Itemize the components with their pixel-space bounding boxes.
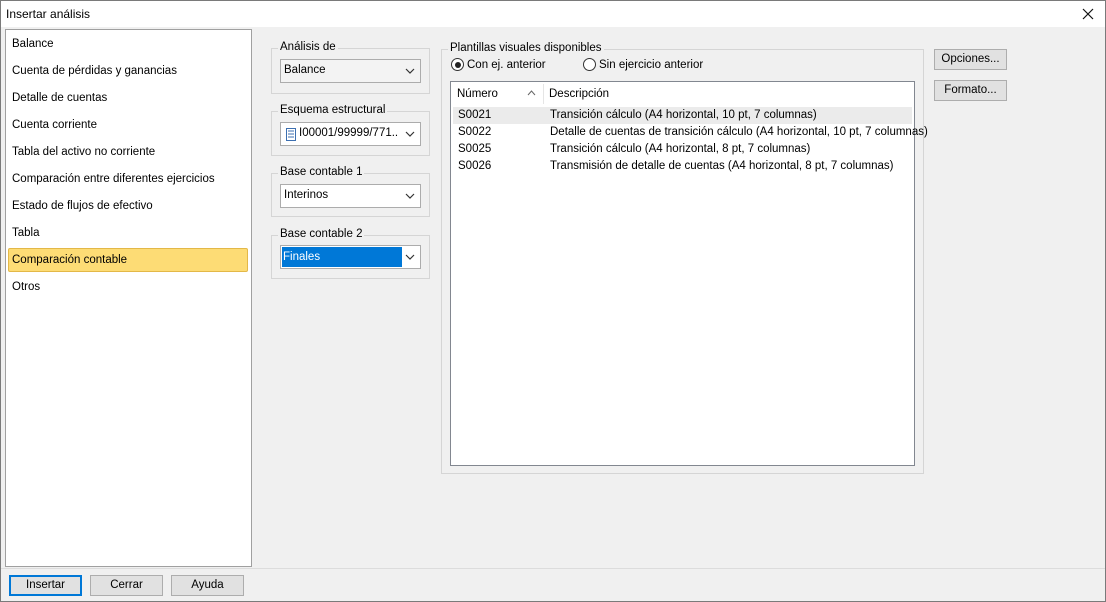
- nav-item-fixed-assets-table[interactable]: Tabla del activo no corriente: [8, 140, 248, 164]
- help-button[interactable]: Ayuda: [171, 575, 244, 596]
- options-button[interactable]: Opciones...: [934, 49, 1007, 70]
- nav-item-label: Estado de flujos de efectivo: [12, 200, 153, 212]
- nav-item-year-comparison[interactable]: Comparación entre diferentes ejercicios: [8, 167, 248, 191]
- nav-item-accounting-comparison[interactable]: Comparación contable: [8, 248, 248, 272]
- nav-item-label: Cuenta de pérdidas y ganancias: [12, 65, 177, 77]
- chevron-down-icon: [405, 193, 415, 199]
- base2-dropdown[interactable]: Finales: [280, 245, 421, 269]
- template-description: Transmisión de detalle de cuentas (A4 ho…: [550, 160, 894, 172]
- window-title: Insertar análisis: [6, 7, 91, 21]
- scheme-dropdown[interactable]: I00001/99999/771...: [280, 122, 421, 146]
- scheme-group: Esquema estructural I00001/99999/771...: [271, 104, 430, 156]
- close-button[interactable]: Cerrar: [90, 575, 163, 596]
- template-number: S0026: [458, 160, 492, 172]
- sort-ascending-icon: [527, 90, 536, 96]
- base2-value: Finales: [282, 247, 402, 267]
- chevron-down-icon: [405, 254, 415, 260]
- radio-unchecked-icon: [583, 58, 596, 71]
- template-number: S0021: [458, 109, 492, 121]
- chevron-down-icon: [405, 68, 415, 74]
- scheme-group-label: Esquema estructural: [278, 104, 388, 116]
- base2-group: Base contable 2 Finales: [271, 228, 430, 279]
- column-number-label: Número: [457, 88, 498, 100]
- base1-group: Base contable 1 Interinos: [271, 166, 430, 217]
- nav-item-label: Balance: [12, 38, 54, 50]
- template-description: Detalle de cuentas de transición cálculo…: [550, 126, 928, 138]
- nav-item-table[interactable]: Tabla: [8, 221, 248, 245]
- base1-group-label: Base contable 1: [278, 166, 365, 178]
- nav-item-others[interactable]: Otros: [8, 275, 248, 299]
- analysis-type-list: Balance Cuenta de pérdidas y ganancias D…: [5, 29, 252, 567]
- list-item[interactable]: S0022 Detalle de cuentas de transición c…: [453, 124, 928, 141]
- list-item[interactable]: S0025 Transición cálculo (A4 horizontal,…: [453, 141, 912, 158]
- analysis-group: Análisis de Balance: [271, 41, 430, 94]
- base2-group-label: Base contable 2: [278, 228, 365, 240]
- nav-item-label: Tabla: [12, 227, 40, 239]
- chevron-down-icon: [405, 131, 415, 137]
- title-bar: Insertar análisis: [1, 1, 1105, 27]
- templates-group-label: Plantillas visuales disponibles: [448, 42, 604, 54]
- template-description: Transición cálculo (A4 horizontal, 8 pt,…: [550, 143, 811, 155]
- list-header: Número Descripción: [451, 82, 914, 106]
- radio-checked-icon: [451, 58, 464, 71]
- insert-analysis-dialog: Insertar análisis Balance Cuenta de pérd…: [0, 0, 1106, 602]
- nav-item-account-detail[interactable]: Detalle de cuentas: [8, 86, 248, 110]
- nav-item-current-account[interactable]: Cuenta corriente: [8, 113, 248, 137]
- analysis-group-label: Análisis de: [278, 41, 338, 53]
- base1-dropdown[interactable]: Interinos: [280, 184, 421, 208]
- analysis-dropdown[interactable]: Balance: [280, 59, 421, 83]
- nav-item-label: Cuenta corriente: [12, 119, 98, 131]
- with-previous-year-radio[interactable]: Con ej. anterior: [451, 58, 546, 71]
- template-number: S0022: [458, 126, 492, 138]
- without-previous-year-radio[interactable]: Sin ejercicio anterior: [583, 58, 703, 71]
- close-icon: [1082, 8, 1094, 20]
- base1-value: Interinos: [284, 189, 329, 201]
- analysis-value: Balance: [284, 64, 326, 76]
- column-description-label: Descripción: [549, 88, 610, 100]
- insert-button[interactable]: Insertar: [9, 575, 82, 596]
- nav-item-balance[interactable]: Balance: [8, 32, 248, 56]
- nav-item-label: Otros: [12, 281, 41, 293]
- with-previous-year-label: Con ej. anterior: [467, 58, 546, 71]
- column-header-number[interactable]: Número: [451, 82, 541, 106]
- list-item[interactable]: S0021 Transición cálculo (A4 horizontal,…: [453, 107, 912, 124]
- nav-item-label: Detalle de cuentas: [12, 92, 108, 104]
- close-window-button[interactable]: [1071, 1, 1105, 27]
- column-header-description[interactable]: Descripción: [543, 82, 913, 106]
- format-button[interactable]: Formato...: [934, 80, 1007, 101]
- structure-document-icon: [286, 128, 296, 141]
- nav-item-label: Comparación entre diferentes ejercicios: [12, 173, 215, 185]
- nav-item-cash-flow[interactable]: Estado de flujos de efectivo: [8, 194, 248, 218]
- footer-separator: [1, 568, 1105, 569]
- template-number: S0025: [458, 143, 492, 155]
- scheme-value: I00001/99999/771...: [299, 127, 399, 139]
- template-description: Transición cálculo (A4 horizontal, 10 pt…: [550, 109, 817, 121]
- list-item[interactable]: S0026 Transmisión de detalle de cuentas …: [453, 158, 912, 175]
- nav-item-label: Tabla del activo no corriente: [12, 146, 156, 158]
- templates-list: Número Descripción S0021 Transición cálc…: [450, 81, 928, 466]
- nav-item-profit-loss[interactable]: Cuenta de pérdidas y ganancias: [8, 59, 248, 83]
- without-previous-year-label: Sin ejercicio anterior: [599, 58, 704, 71]
- nav-item-label: Comparación contable: [12, 254, 128, 266]
